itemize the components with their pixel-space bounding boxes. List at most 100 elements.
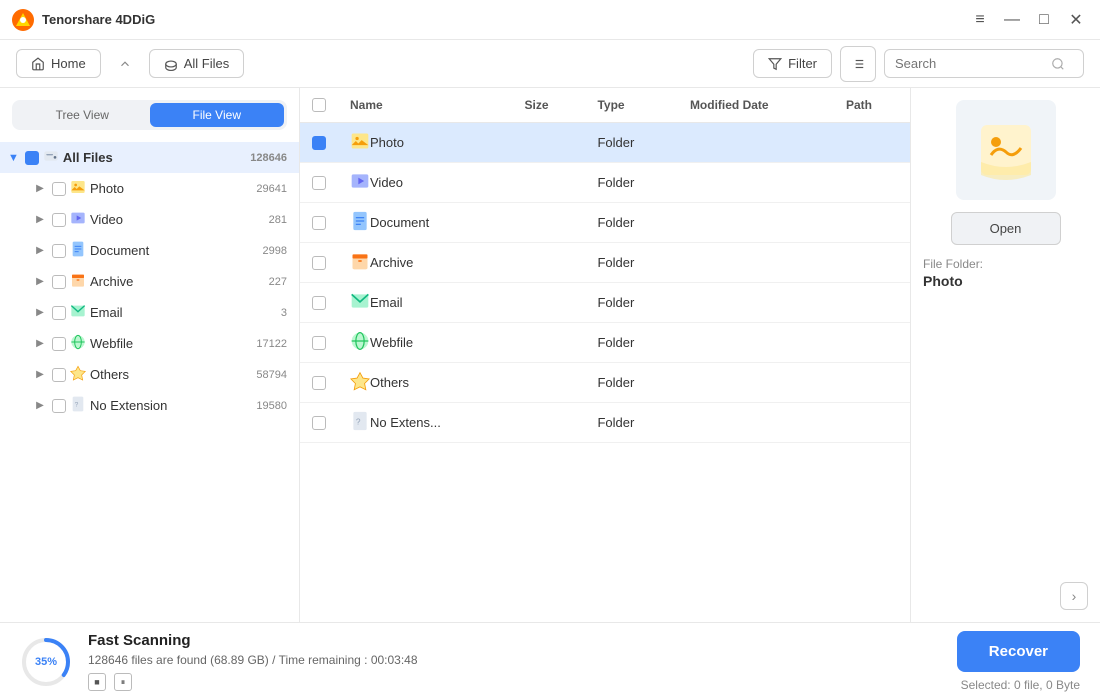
- sidebar-item-noext[interactable]: ▶ ? No Extension 19580: [0, 390, 299, 421]
- expand-arrow: ▶: [32, 367, 48, 383]
- sidebar-count: 3: [281, 307, 287, 319]
- row-checkbox[interactable]: [312, 296, 326, 310]
- bottom-bar: 35% Fast Scanning 128646 files are found…: [0, 622, 1100, 700]
- table-row[interactable]: ? No Extens... Folder: [300, 403, 910, 443]
- row-checkbox[interactable]: [312, 216, 326, 230]
- sidebar-item-email[interactable]: ▶ Email 3: [0, 297, 299, 328]
- col-size: Size: [512, 88, 585, 123]
- file-view-button[interactable]: File View: [150, 103, 285, 127]
- recover-button[interactable]: Recover: [957, 631, 1080, 672]
- row-type-cell: Folder: [585, 243, 677, 283]
- preview-chevron[interactable]: ›: [1060, 582, 1088, 610]
- home-label: Home: [51, 56, 86, 71]
- search-input[interactable]: [895, 56, 1045, 71]
- file-name: Video: [370, 175, 403, 190]
- table-header-row: Name Size Type Modified Date Path: [300, 88, 910, 123]
- row-checkbox[interactable]: [312, 336, 326, 350]
- main-content: Tree View File View ▼ All Files 128646 ▶…: [0, 88, 1100, 622]
- close-button[interactable]: ✕: [1064, 8, 1088, 32]
- table-row[interactable]: Others Folder: [300, 363, 910, 403]
- select-all-checkbox[interactable]: [312, 98, 326, 112]
- filter-button[interactable]: Filter: [753, 49, 832, 78]
- table-row[interactable]: Document Folder: [300, 203, 910, 243]
- file-name-container: Others: [350, 371, 500, 394]
- toolbar: Home All Files Filter: [0, 40, 1100, 88]
- sidebar-checkbox[interactable]: [52, 213, 66, 227]
- expand-arrow: ▶: [32, 274, 48, 290]
- file-name-container: Photo: [350, 131, 500, 154]
- maximize-button[interactable]: □: [1032, 8, 1056, 32]
- up-icon: [118, 57, 132, 71]
- sidebar-checkbox[interactable]: [52, 182, 66, 196]
- row-checkbox[interactable]: [312, 376, 326, 390]
- preview-image-area: [956, 100, 1056, 200]
- row-checkbox[interactable]: [312, 136, 326, 150]
- sidebar-label: All Files: [63, 150, 246, 165]
- expand-arrow: ▼: [8, 152, 19, 164]
- pause-button[interactable]: ⏸: [114, 673, 132, 691]
- sidebar-item-others[interactable]: ▶ Others 58794: [0, 359, 299, 390]
- scan-controls: ■ ⏸: [88, 673, 941, 691]
- home-button[interactable]: Home: [16, 49, 101, 78]
- menu-button[interactable]: ≡: [968, 8, 992, 32]
- table-row[interactable]: Email Folder: [300, 283, 910, 323]
- table-row[interactable]: Webfile Folder: [300, 323, 910, 363]
- sidebar-item-archive[interactable]: ▶ Archive 227: [0, 266, 299, 297]
- file-name: Email: [370, 295, 403, 310]
- sidebar-checkbox[interactable]: [25, 151, 39, 165]
- home-icon: [31, 57, 45, 71]
- table-row[interactable]: Video Folder: [300, 163, 910, 203]
- row-path-cell: [834, 403, 910, 443]
- col-path: Path: [834, 88, 910, 123]
- row-checkbox-cell: [300, 123, 338, 163]
- sidebar-checkbox[interactable]: [52, 306, 66, 320]
- sidebar-icon: ?: [70, 396, 86, 415]
- file-icon: [350, 211, 370, 234]
- row-checkbox[interactable]: [312, 256, 326, 270]
- selected-info: Selected: 0 file, 0 Byte: [961, 678, 1080, 692]
- row-size-cell: [512, 203, 585, 243]
- sidebar-icon: [70, 365, 86, 384]
- search-icon: [1051, 57, 1065, 71]
- scan-title: Fast Scanning: [88, 632, 941, 649]
- sidebar-label: Others: [90, 367, 252, 382]
- svg-text:?: ?: [356, 416, 361, 426]
- table-row[interactable]: Archive Folder: [300, 243, 910, 283]
- scan-detail: 128646 files are found (68.89 GB) / Time…: [88, 653, 941, 667]
- file-table: Name Size Type Modified Date Path Photo …: [300, 88, 910, 443]
- stop-button[interactable]: ■: [88, 673, 106, 691]
- minimize-button[interactable]: —: [1000, 8, 1024, 32]
- sidebar-checkbox[interactable]: [52, 275, 66, 289]
- row-checkbox[interactable]: [312, 176, 326, 190]
- table-row[interactable]: Photo Folder: [300, 123, 910, 163]
- row-size-cell: [512, 323, 585, 363]
- title-bar-controls: ≡ — □ ✕: [968, 8, 1088, 32]
- sidebar-item-all-files[interactable]: ▼ All Files 128646: [0, 142, 299, 173]
- sidebar-item-video[interactable]: ▶ Video 281: [0, 204, 299, 235]
- file-icon: [350, 371, 370, 394]
- file-name: Photo: [370, 135, 404, 150]
- svg-text:?: ?: [75, 402, 79, 409]
- sidebar-checkbox[interactable]: [52, 337, 66, 351]
- open-button[interactable]: Open: [951, 212, 1061, 245]
- sidebar-item-webfile[interactable]: ▶ Webfile 17122: [0, 328, 299, 359]
- row-name-cell: Others: [338, 363, 512, 403]
- list-view-button[interactable]: [840, 46, 876, 82]
- row-name-cell: Photo: [338, 123, 512, 163]
- row-type-cell: Folder: [585, 403, 677, 443]
- search-box[interactable]: [884, 49, 1084, 78]
- sidebar-checkbox[interactable]: [52, 244, 66, 258]
- sidebar-item-document[interactable]: ▶ Document 2998: [0, 235, 299, 266]
- progress-circle: 35%: [20, 636, 72, 688]
- tree-view-button[interactable]: Tree View: [15, 103, 150, 127]
- sidebar-label: Photo: [90, 181, 252, 196]
- row-checkbox-cell: [300, 323, 338, 363]
- sidebar-checkbox[interactable]: [52, 399, 66, 413]
- file-icon: [350, 331, 370, 354]
- row-path-cell: [834, 123, 910, 163]
- row-checkbox[interactable]: [312, 416, 326, 430]
- up-button[interactable]: [109, 48, 141, 80]
- sidebar-item-photo[interactable]: ▶ Photo 29641: [0, 173, 299, 204]
- sidebar-checkbox[interactable]: [52, 368, 66, 382]
- hdd-icon: [164, 57, 178, 71]
